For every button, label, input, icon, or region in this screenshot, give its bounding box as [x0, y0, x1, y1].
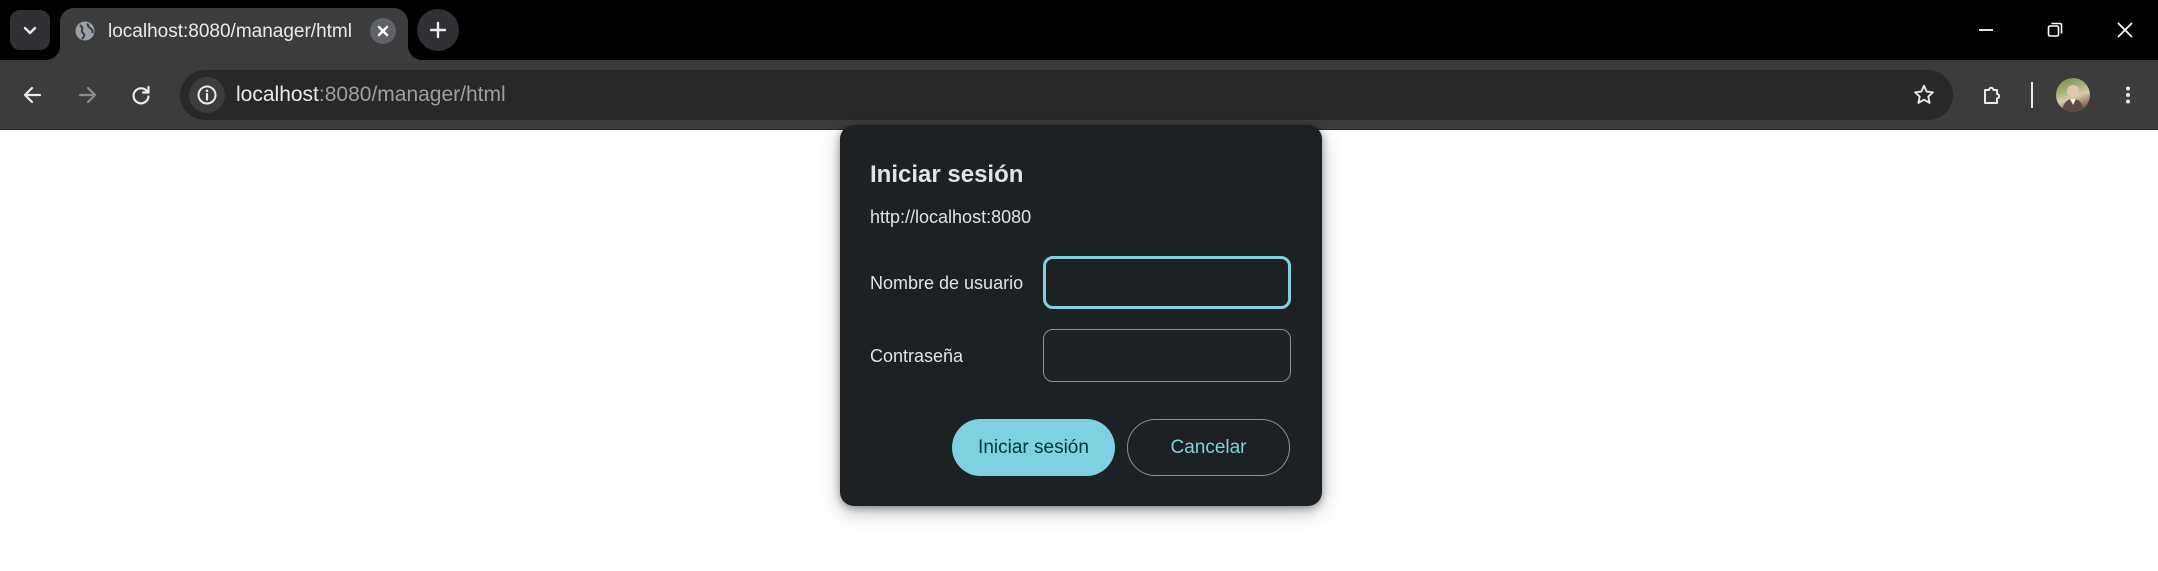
- toolbar-divider: [2031, 82, 2033, 108]
- close-icon: [377, 25, 389, 37]
- minimize-button[interactable]: [1966, 10, 2006, 50]
- tab-title: localhost:8080/manager/html: [108, 21, 352, 42]
- close-icon: [2117, 22, 2133, 38]
- chevron-down-icon: [23, 26, 37, 35]
- forward-button[interactable]: [66, 74, 108, 116]
- url-text: localhost:8080/manager/html: [236, 83, 506, 107]
- extensions-button[interactable]: [1972, 74, 2014, 116]
- address-bar[interactable]: localhost:8080/manager/html: [180, 70, 1953, 120]
- reload-button[interactable]: [120, 74, 162, 116]
- sign-in-dialog: Iniciar sesión http://localhost:8080 Nom…: [840, 125, 1322, 506]
- menu-button[interactable]: [2107, 74, 2149, 116]
- tab-close-button[interactable]: [370, 18, 396, 44]
- reload-icon: [132, 85, 150, 105]
- puzzle-icon: [1984, 86, 2001, 104]
- minimize-icon: [1979, 29, 1993, 31]
- browser-tab[interactable]: localhost:8080/manager/html: [60, 8, 408, 60]
- bookmark-button[interactable]: [1905, 76, 1943, 114]
- profile-avatar[interactable]: [2056, 78, 2090, 112]
- globe-icon: [75, 21, 95, 41]
- back-arrow-icon: [23, 86, 42, 104]
- star-icon: [1914, 84, 1934, 104]
- forward-arrow-icon: [78, 86, 97, 104]
- avatar-icon: [2062, 85, 2084, 112]
- new-tab-button[interactable]: [417, 9, 459, 51]
- close-window-button[interactable]: [2105, 10, 2145, 50]
- info-icon: [197, 85, 217, 105]
- back-button[interactable]: [12, 74, 54, 116]
- url-path: :8080/manager/html: [318, 83, 506, 106]
- password-label: Contraseña: [870, 346, 964, 366]
- tab-strip: localhost:8080/manager/html: [0, 0, 2158, 60]
- tab-search-button[interactable]: [10, 10, 50, 50]
- sign-in-button[interactable]: Iniciar sesión: [952, 419, 1115, 476]
- site-info-button[interactable]: [189, 77, 225, 113]
- dialog-origin: http://localhost:8080: [870, 207, 1032, 227]
- cancel-button[interactable]: Cancelar: [1127, 419, 1290, 476]
- username-field[interactable]: [1043, 256, 1291, 309]
- plus-icon: [429, 21, 447, 39]
- dialog-title: Iniciar sesión: [870, 161, 1024, 188]
- url-host: localhost: [236, 83, 319, 106]
- password-field[interactable]: [1043, 329, 1291, 382]
- username-label: Nombre de usuario: [870, 273, 1024, 293]
- more-vert-icon: [2126, 86, 2130, 104]
- restore-icon: [2047, 22, 2063, 37]
- browser-toolbar: localhost:8080/manager/html: [0, 60, 2158, 130]
- restore-button[interactable]: [2035, 10, 2075, 50]
